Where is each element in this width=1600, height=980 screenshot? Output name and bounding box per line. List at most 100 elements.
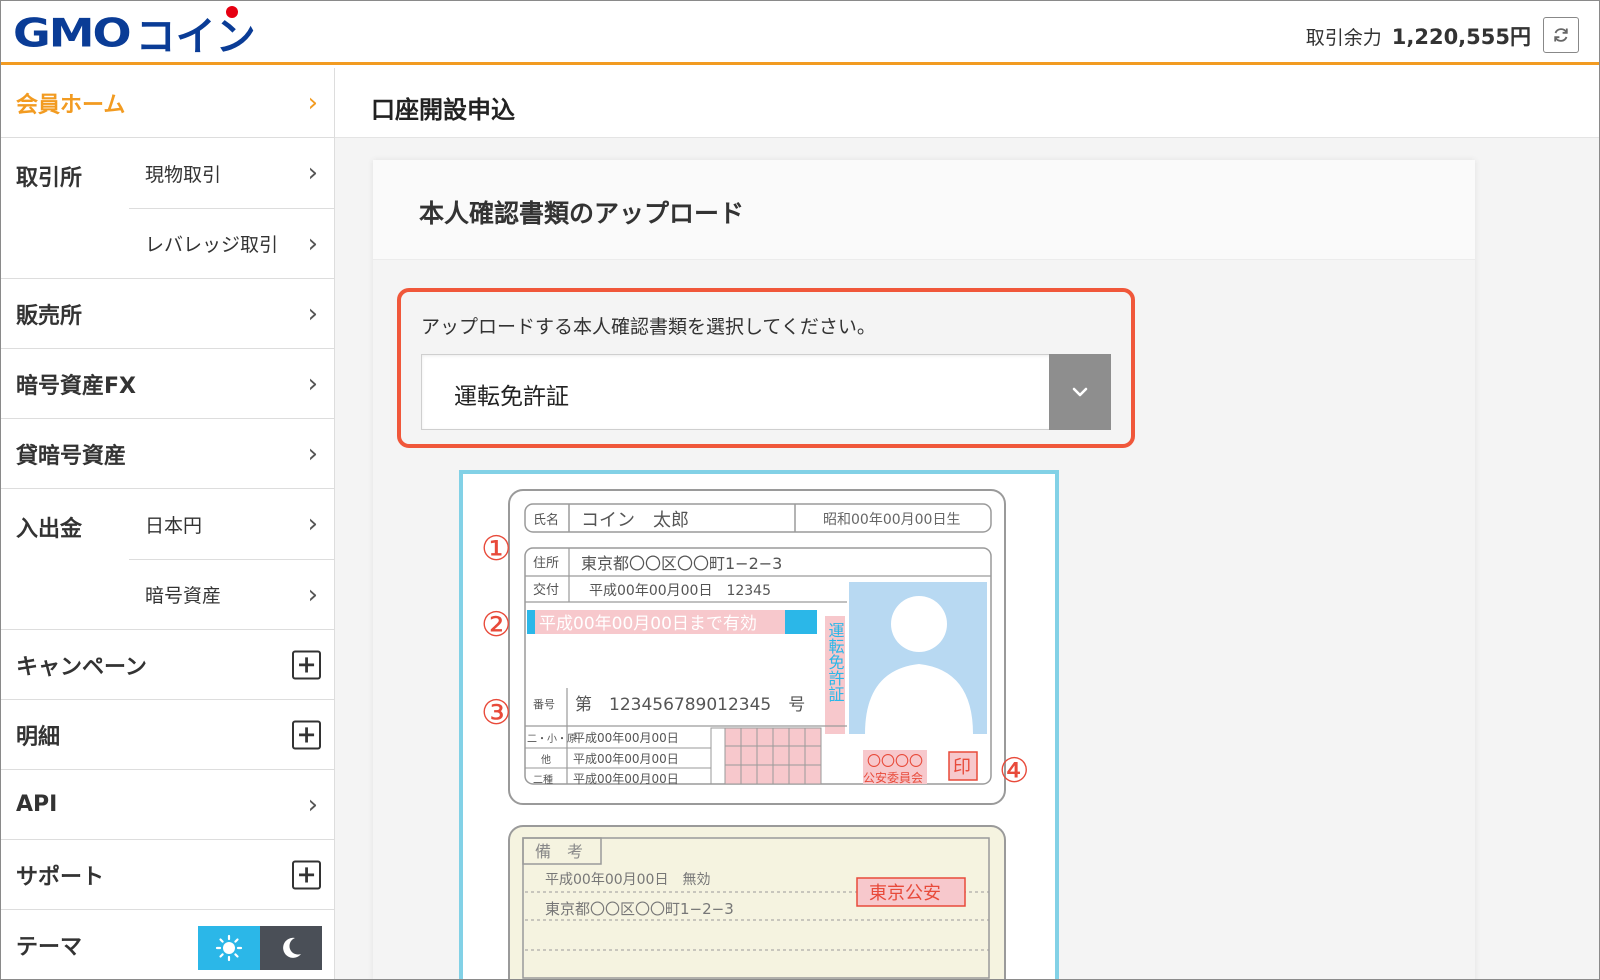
license-class-label: 二種: [533, 773, 553, 786]
plus-icon[interactable]: +: [292, 720, 321, 749]
license-class-date: 平成00年00月00日: [573, 731, 679, 745]
sidebar-item-label: キャンペーン: [16, 654, 147, 680]
license-seal: 印: [953, 757, 971, 778]
logo-text-latin: GMO: [13, 10, 132, 56]
top-header: GMO コイン 取引余力 1,220,555円: [1, 1, 1599, 65]
license-class-date: 平成00年00月00日: [573, 752, 679, 766]
sun-icon: [215, 934, 243, 962]
sidebar-item-label: 明細: [16, 724, 61, 750]
page-title: 口座開設申込: [371, 96, 515, 124]
sidebar-item-label: テーマ: [16, 935, 83, 960]
refresh-icon: [1554, 28, 1568, 42]
document-select-highlight: アップロードする本人確認書類を選択してください。 運転免許証: [397, 288, 1135, 448]
sidebar-item-crypto-fx[interactable]: 暗号資産FX ›: [1, 349, 334, 419]
sidebar-item-lending[interactable]: 貸暗号資産 ›: [1, 419, 334, 489]
refresh-button[interactable]: [1543, 17, 1579, 53]
sidebar-item-dealer[interactable]: 販売所 ›: [1, 279, 334, 349]
app-window: GMO コイン 取引余力 1,220,555円 会員ホーム › 取引所 現物取引…: [0, 0, 1600, 980]
chevron-right-icon: ›: [307, 298, 318, 329]
license-name-value: コイン 太郎: [581, 510, 689, 531]
moon-icon: [283, 937, 301, 958]
balance-label: 取引余力: [1305, 27, 1382, 49]
document-type-select[interactable]: 運転免許証: [421, 354, 1111, 430]
license-sample-illustration: 氏名 コイン 太郎 昭和00年00月00日生 住所 東京都〇〇区〇〇町1−2−3…: [459, 470, 1059, 979]
license-birth: 昭和00年00月00日生: [823, 512, 960, 528]
license-commission-line1: 〇〇〇〇: [867, 754, 923, 770]
chevron-right-icon: ›: [307, 228, 318, 259]
sidebar-item-api[interactable]: API ›: [1, 770, 334, 840]
logo-text-kana: コイン: [136, 4, 256, 62]
chevron-right-icon: ›: [307, 579, 318, 610]
sidebar-item-spot-trading[interactable]: 現物取引 ›: [129, 138, 334, 208]
sidebar-item-label: 貸暗号資産: [16, 443, 127, 469]
sidebar-item-crypto[interactable]: 暗号資産 ›: [129, 559, 334, 629]
trading-balance: 取引余力 1,220,555円: [1306, 21, 1531, 51]
sidebar-item-jpy[interactable]: 日本円 ›: [129, 489, 334, 559]
license-number-value: 第 123456789012345 号: [575, 695, 805, 715]
license-vertical-label: 運転免許証: [826, 622, 845, 702]
license-expiry: 平成00年00月00日まで有効: [539, 614, 757, 634]
gmo-coin-logo[interactable]: GMO コイン: [13, 6, 256, 60]
license-number-label: 番号: [533, 698, 555, 711]
theme-dark-button[interactable]: [260, 926, 322, 970]
chevron-right-icon: ›: [307, 368, 318, 399]
license-remarks-stamp: 東京公安: [869, 883, 941, 904]
sidebar-item-label: サポート: [16, 864, 105, 890]
license-issue-value: 平成00年00月00日 12345: [589, 583, 771, 599]
upload-card: 本人確認書類のアップロード アップロードする本人確認書類を選択してください。 運…: [373, 160, 1475, 979]
sidebar-item-leverage-trading[interactable]: レバレッジ取引 ›: [129, 208, 334, 278]
marker-1: ①: [481, 529, 511, 569]
license-remarks-label: 備 考: [535, 842, 583, 861]
dropdown-arrow-button[interactable]: [1049, 354, 1111, 430]
logo-kana: コイン: [135, 14, 256, 60]
document-type-selected: 運転免許証: [454, 384, 569, 410]
license-sample-svg: 氏名 コイン 太郎 昭和00年00月00日生 住所 東京都〇〇区〇〇町1−2−3…: [481, 489, 1029, 979]
sidebar-item-home[interactable]: 会員ホーム ›: [1, 68, 334, 138]
sidebar-item-label: レバレッジ取引: [145, 234, 279, 256]
sidebar-item-label: 販売所: [16, 303, 83, 329]
chevron-down-icon: [1072, 387, 1088, 397]
license-remarks-line1: 平成00年00月00日 無効: [545, 872, 710, 888]
sidebar-item-label: 現物取引: [145, 163, 222, 186]
main-content: 口座開設申込 本人確認書類のアップロード アップロードする本人確認書類を選択して…: [335, 68, 1599, 979]
license-class-date: 平成00年00月00日: [573, 772, 679, 786]
sidebar-group-title: 取引所: [16, 166, 83, 191]
sidebar-nav: 会員ホーム › 取引所 現物取引 › レバレッジ取引 › 販売所 › 暗号資産F…: [1, 68, 335, 979]
chevron-right-icon: ›: [307, 438, 318, 469]
license-class-label: 二・小・原: [527, 733, 577, 745]
marker-3: ③: [481, 693, 511, 733]
license-name-label: 氏名: [533, 512, 559, 528]
card-title: 本人確認書類のアップロード: [419, 199, 745, 228]
chevron-right-icon: ›: [307, 509, 318, 539]
card-body: アップロードする本人確認書類を選択してください。 運転免許証 氏名 コイン 太郎…: [373, 260, 1475, 979]
sidebar-group-exchange: 取引所 現物取引 › レバレッジ取引 ›: [1, 138, 334, 279]
license-issue-label: 交付: [533, 582, 559, 598]
license-remarks-line2: 東京都〇〇区〇〇町1−2−3: [545, 900, 734, 918]
sidebar-item-theme: テーマ: [1, 910, 334, 979]
plus-icon[interactable]: +: [292, 860, 321, 889]
marker-4: ④: [999, 751, 1029, 791]
sidebar-item-label: 暗号資産: [145, 585, 222, 607]
sidebar-item-campaign[interactable]: キャンペーン +: [1, 630, 334, 700]
sidebar-group-deposit: 入出金 日本円 › 暗号資産 ›: [1, 489, 334, 630]
chevron-right-icon: ›: [307, 158, 318, 188]
chevron-right-icon: ›: [307, 87, 318, 118]
sidebar-item-label: 暗号資産FX: [16, 373, 136, 399]
license-commission-line2: 公安委員会: [863, 770, 923, 785]
sidebar-group-title: 入出金: [16, 517, 83, 542]
marker-2: ②: [481, 605, 511, 645]
balance-value: 1,220,555円: [1391, 25, 1531, 49]
sidebar-item-label: 日本円: [145, 514, 203, 537]
theme-toggle[interactable]: [198, 926, 322, 970]
page-title-bar: 口座開設申込: [335, 68, 1599, 138]
license-address-label: 住所: [533, 556, 559, 571]
document-select-label: アップロードする本人確認書類を選択してください。: [421, 316, 876, 338]
chevron-right-icon: ›: [307, 789, 318, 820]
sidebar-item-label: 会員ホーム: [16, 92, 126, 118]
theme-light-button[interactable]: [198, 926, 260, 970]
license-address-value: 東京都〇〇区〇〇町1−2−3: [581, 554, 782, 573]
plus-icon[interactable]: +: [292, 650, 321, 679]
sidebar-item-support[interactable]: サポート +: [1, 840, 334, 910]
sidebar-item-label: API: [16, 792, 58, 817]
sidebar-item-statement[interactable]: 明細 +: [1, 700, 334, 770]
